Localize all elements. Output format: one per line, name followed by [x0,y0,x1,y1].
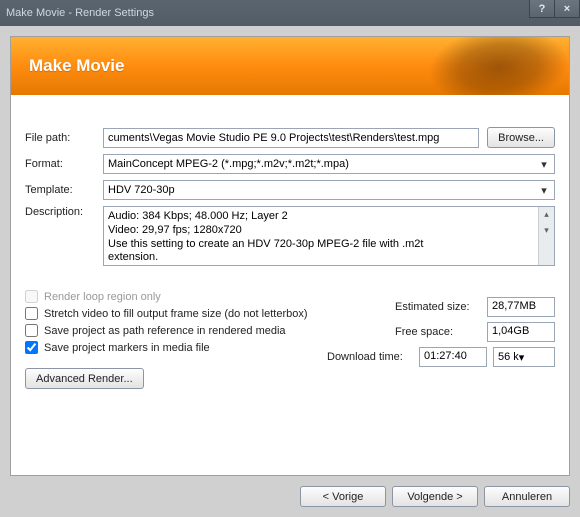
header-banner: Make Movie [11,37,569,95]
template-label: Template: [25,184,103,196]
speed-combo[interactable]: 56 k ▾ [493,347,555,367]
scrollbar[interactable]: ▴ ▾ [538,207,554,265]
cancel-button[interactable]: Annuleren [484,486,570,507]
desc-line: extension. [108,251,550,265]
speed-value: 56 k [498,351,519,363]
template-combo[interactable]: HDV 720-30p ▾ [103,180,555,200]
pathref-label: Save project as path reference in render… [44,325,286,337]
previous-button[interactable]: < Vorige [300,486,386,507]
chevron-down-icon: ▾ [519,351,525,364]
template-value: HDV 720-30p [108,184,175,196]
desc-line: Audio: 384 Kbps; 48.000 Hz; Layer 2 [108,210,550,224]
desc-line: Video: 29,97 fps; 1280x720 [108,224,550,238]
close-button[interactable]: × [554,0,580,18]
download-time-label: Download time: [327,351,419,363]
description-label: Description: [25,206,103,218]
estimated-size-value: 28,77MB [487,297,555,317]
filepath-label: File path: [25,132,103,144]
free-space-value: 1,04GB [487,322,555,342]
chevron-down-icon: ▾ [536,156,552,172]
pathref-checkbox[interactable] [25,324,38,337]
format-label: Format: [25,158,103,170]
markers-checkbox[interactable] [25,341,38,354]
format-combo[interactable]: MainConcept MPEG-2 (*.mpg;*.m2v;*.m2t;*.… [103,154,555,174]
format-value: MainConcept MPEG-2 (*.mpg;*.m2v;*.m2t;*.… [108,158,349,170]
next-button[interactable]: Volgende > [392,486,478,507]
download-time-value: 01:27:40 [419,347,487,367]
window-title: Make Movie - Render Settings [6,7,154,19]
browse-button[interactable]: Browse... [487,127,555,148]
estimated-size-label: Estimated size: [395,301,487,313]
chevron-down-icon: ▾ [536,182,552,198]
help-button[interactable]: ? [529,0,555,18]
stretch-label: Stretch video to fill output frame size … [44,308,308,320]
desc-line: Use this setting to create an HDV 720-30… [108,238,550,252]
titlebar: Make Movie - Render Settings ? × [0,0,580,26]
markers-label: Save project markers in media file [44,342,210,354]
scroll-down-icon[interactable]: ▾ [539,223,554,239]
scroll-up-icon[interactable]: ▴ [539,207,554,223]
header-title: Make Movie [29,56,124,76]
advanced-render-button[interactable]: Advanced Render... [25,368,144,389]
loop-checkbox [25,290,38,303]
loop-label: Render loop region only [44,291,161,303]
main-panel: Make Movie File path: Browse... Format: … [10,36,570,476]
filepath-input[interactable] [103,128,479,148]
free-space-label: Free space: [395,326,487,338]
description-box[interactable]: Audio: 384 Kbps; 48.000 Hz; Layer 2 Vide… [103,206,555,266]
stretch-checkbox[interactable] [25,307,38,320]
